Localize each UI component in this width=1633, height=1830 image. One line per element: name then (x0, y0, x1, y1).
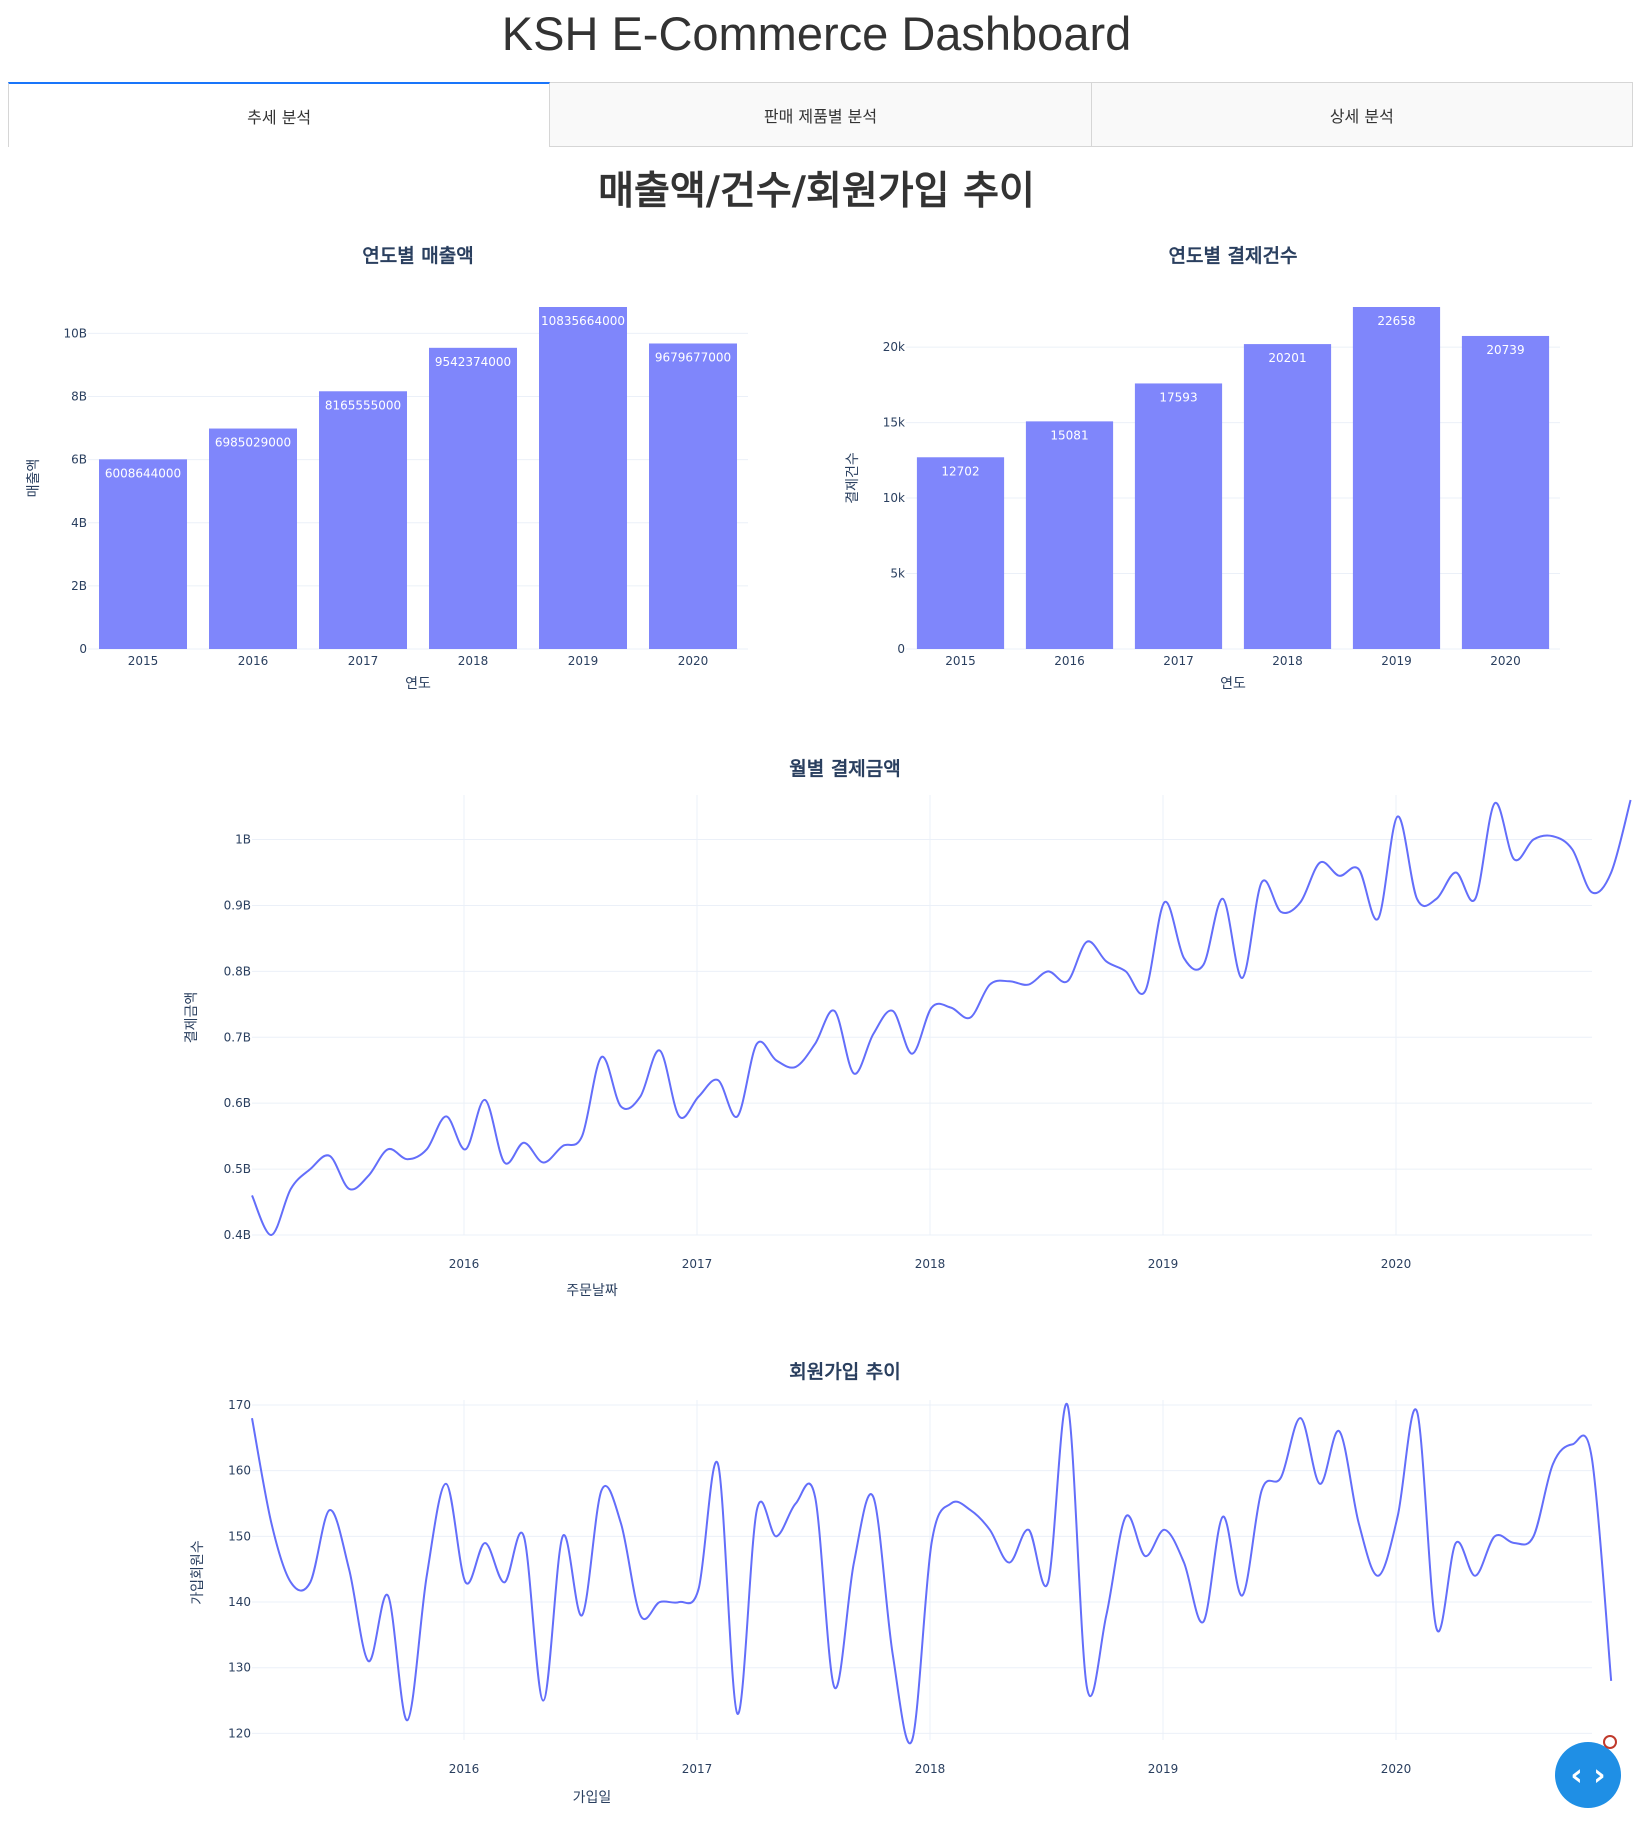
x-tick-label: 2017 (348, 654, 379, 668)
bar-2019 (1352, 307, 1441, 649)
bar-2018 (1243, 344, 1332, 649)
y-tick-label: 120 (228, 1726, 251, 1740)
series-line (251, 1402, 1613, 1745)
chart-title: 월별 결제금액 (789, 758, 901, 780)
chart-title: 연도별 결제건수 (1169, 245, 1298, 267)
x-tick-label: 2018 (915, 1257, 946, 1271)
y-tick-label: 4B (71, 516, 87, 530)
bar-2015 (916, 457, 1005, 649)
x-tick-label: 2015 (128, 654, 159, 668)
x-tick-label: 2020 (1490, 654, 1521, 668)
x-tick-label: 2017 (682, 1762, 713, 1776)
data-label: 15081 (1050, 428, 1088, 442)
y-tick-label: 0.7B (224, 1030, 251, 1044)
y-tick-label: 0.4B (224, 1228, 251, 1242)
y-tick-label: 8B (71, 390, 87, 404)
y-tick-label: 5k (890, 567, 905, 581)
y-tick-label: 160 (228, 1464, 251, 1478)
y-tick-label: 170 (228, 1398, 251, 1412)
data-label: 22658 (1377, 314, 1415, 328)
y-tick-label: 0.9B (224, 898, 251, 912)
chart-title: 회원가입 추이 (789, 1361, 901, 1383)
x-tick-label: 2019 (1148, 1257, 1179, 1271)
y-axis-label: 결제건수 (845, 452, 861, 504)
bar-2016 (1025, 421, 1114, 649)
x-tick-label: 2020 (678, 654, 709, 668)
bar-2019 (539, 307, 627, 649)
y-tick-label: 0 (897, 642, 905, 656)
data-label: 9542374000 (435, 355, 511, 369)
data-label: 10835664000 (541, 314, 625, 328)
bar-2017 (319, 391, 407, 649)
data-label: 20739 (1486, 343, 1524, 357)
series-line (251, 799, 1632, 1236)
x-tick-label: 2018 (1272, 654, 1303, 668)
disabled-badge-icon (1603, 1735, 1617, 1749)
bar-2017 (1134, 383, 1223, 649)
x-tick-label: 2020 (1381, 1762, 1412, 1776)
x-tick-label: 2019 (1381, 654, 1412, 668)
x-axis-label: 연도 (1220, 676, 1246, 692)
y-axis-label: 결제금액 (184, 992, 200, 1044)
x-tick-label: 2018 (915, 1762, 946, 1776)
code-toggle-button[interactable]: ‹ › (1555, 1742, 1621, 1808)
y-tick-label: 0.5B (224, 1162, 251, 1176)
data-label: 9679677000 (655, 350, 731, 364)
y-tick-label: 10B (63, 326, 87, 340)
data-label: 6985029000 (215, 436, 291, 450)
x-axis-label: 주문날짜 (566, 1283, 618, 1299)
data-label: 8165555000 (325, 398, 401, 412)
bar-2018 (429, 347, 517, 649)
y-axis-label: 매출액 (26, 459, 42, 498)
y-tick-label: 0.6B (224, 1096, 251, 1110)
x-tick-label: 2016 (238, 654, 269, 668)
x-tick-label: 2016 (1054, 654, 1085, 668)
charts-canvas: 연도별 매출액 0 2B 4B 6B 8B 10B 2015 6008644000 2016 698… (26, 245, 1632, 1806)
y-tick-label: 10k (883, 491, 905, 505)
y-tick-label: 150 (228, 1529, 251, 1543)
y-tick-label: 20k (883, 340, 905, 354)
bar-2020 (649, 343, 737, 649)
x-axis-label: 가입일 (573, 1790, 612, 1806)
y-axis-label: 가입회원수 (190, 1540, 206, 1605)
y-tick-label: 140 (228, 1595, 251, 1609)
bar-2016 (209, 428, 297, 649)
x-axis-label: 연도 (405, 676, 431, 692)
bar-2015 (99, 459, 187, 649)
y-tick-label: 130 (228, 1661, 251, 1675)
code-icon: ‹ › (1570, 1757, 1606, 1793)
x-tick-label: 2016 (449, 1257, 480, 1271)
chart-title: 연도별 매출액 (362, 245, 474, 267)
data-label: 17593 (1159, 390, 1197, 404)
y-tick-label: 6B (71, 453, 87, 467)
y-tick-label: 1B (235, 833, 251, 847)
bar-2020 (1461, 335, 1550, 649)
x-tick-label: 2017 (1163, 654, 1194, 668)
y-tick-label: 0 (79, 642, 87, 656)
x-tick-label: 2017 (682, 1257, 713, 1271)
x-tick-label: 2019 (568, 654, 599, 668)
x-tick-label: 2020 (1381, 1257, 1412, 1271)
x-tick-label: 2015 (945, 654, 976, 668)
y-tick-label: 2B (71, 579, 87, 593)
data-label: 6008644000 (105, 466, 181, 480)
x-tick-label: 2019 (1148, 1762, 1179, 1776)
y-tick-label: 0.8B (224, 964, 251, 978)
data-label: 20201 (1268, 351, 1306, 365)
data-label: 12702 (941, 464, 979, 478)
x-tick-label: 2016 (449, 1762, 480, 1776)
y-tick-label: 15k (883, 416, 905, 430)
x-tick-label: 2018 (458, 654, 489, 668)
